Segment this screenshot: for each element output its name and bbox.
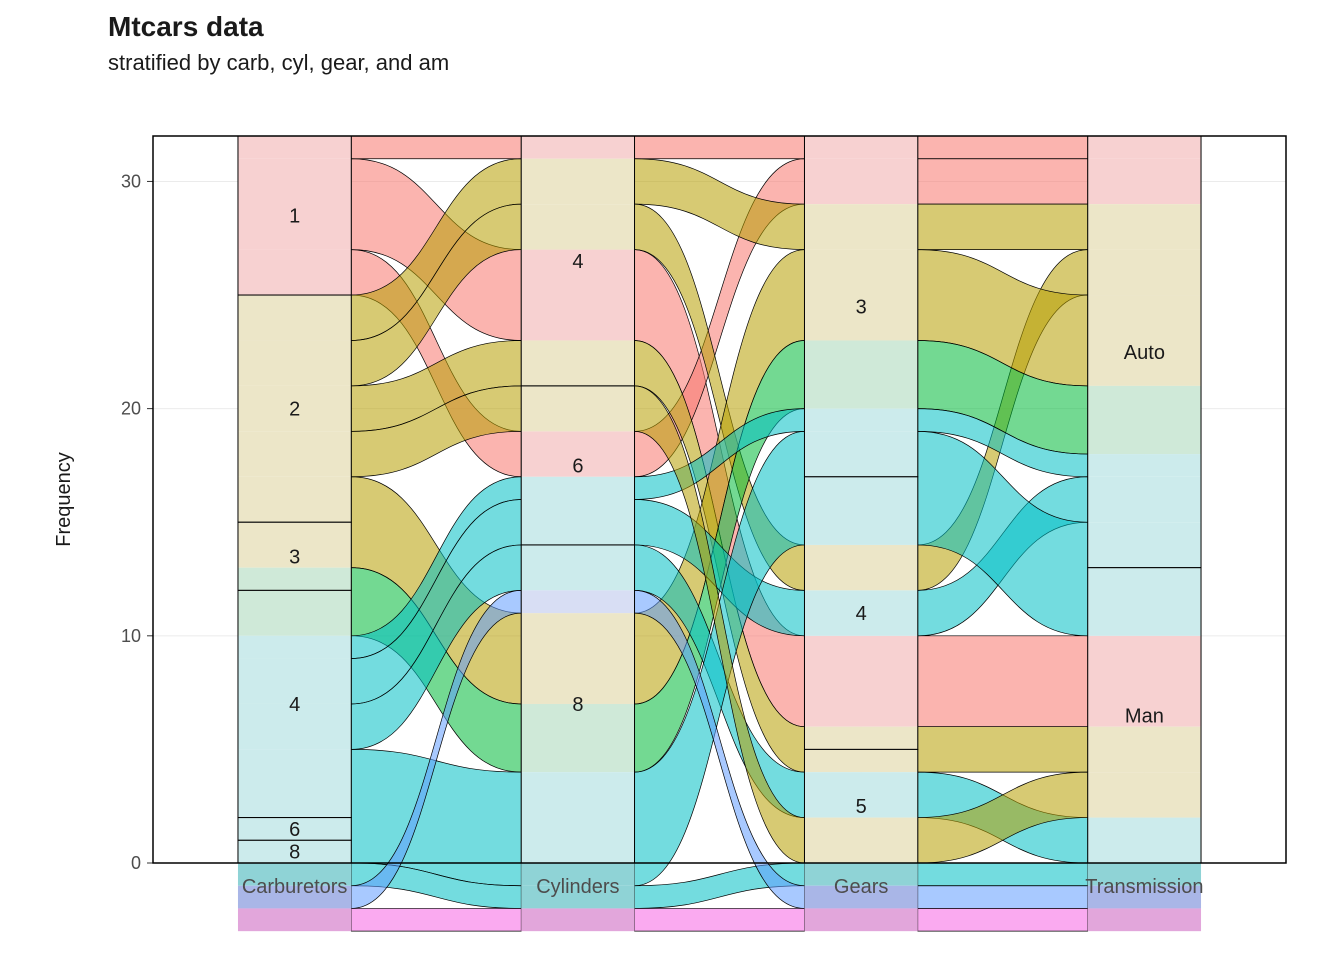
stratum-slice bbox=[521, 908, 634, 931]
x-axis-category: Gears bbox=[834, 876, 888, 898]
stratum-label: 8 bbox=[289, 842, 300, 864]
stratum-label: 1 bbox=[289, 206, 300, 228]
x-axis-category: Cylinders bbox=[536, 876, 619, 898]
stratum-label: 8 bbox=[572, 694, 583, 716]
y-tick: 0 bbox=[131, 853, 141, 873]
y-tick: 20 bbox=[121, 399, 141, 419]
alluvium-flow bbox=[635, 136, 805, 159]
stratum-label: 5 bbox=[856, 796, 867, 818]
stratum-label: 2 bbox=[289, 399, 300, 421]
alluvium-flow bbox=[351, 136, 521, 159]
alluvium-flow bbox=[918, 886, 1088, 909]
alluvium-flow bbox=[918, 136, 1088, 159]
alluvium-flow bbox=[918, 204, 1088, 249]
alluvium-flow bbox=[918, 908, 1088, 931]
alluvium-flow bbox=[918, 727, 1088, 772]
alluvial-chart: Mtcars data stratified by carb, cyl, gear… bbox=[0, 0, 1344, 960]
stratum-label: 4 bbox=[856, 603, 867, 625]
stratum-slice bbox=[238, 908, 351, 931]
stratum-label: 3 bbox=[856, 296, 867, 318]
alluvium-flow bbox=[351, 908, 521, 931]
stratum-label: 4 bbox=[572, 251, 583, 273]
stratum-label: 4 bbox=[289, 694, 300, 716]
alluvium-flow bbox=[918, 159, 1088, 204]
x-axis-category: Carburetors bbox=[242, 876, 348, 898]
alluvium-flow bbox=[918, 636, 1088, 727]
alluvium-flow bbox=[635, 908, 805, 931]
y-tick: 10 bbox=[121, 626, 141, 646]
y-tick: 30 bbox=[121, 171, 141, 191]
stratum-label: Auto bbox=[1124, 342, 1165, 364]
stratum-label: 6 bbox=[572, 455, 583, 477]
chart-subtitle: stratified by carb, cyl, gear, and am bbox=[108, 50, 449, 75]
stratum-slice bbox=[804, 908, 917, 931]
stratum-label: Man bbox=[1125, 705, 1164, 727]
x-axis-category: Transmission bbox=[1085, 876, 1203, 898]
chart-title: Mtcars data bbox=[108, 11, 264, 42]
stratum-label: 6 bbox=[289, 819, 300, 841]
stratum-label: 3 bbox=[289, 546, 300, 568]
alluvium-flow bbox=[918, 863, 1088, 886]
y-axis-label: Frequency bbox=[53, 452, 75, 547]
stratum-slice bbox=[1088, 908, 1201, 931]
